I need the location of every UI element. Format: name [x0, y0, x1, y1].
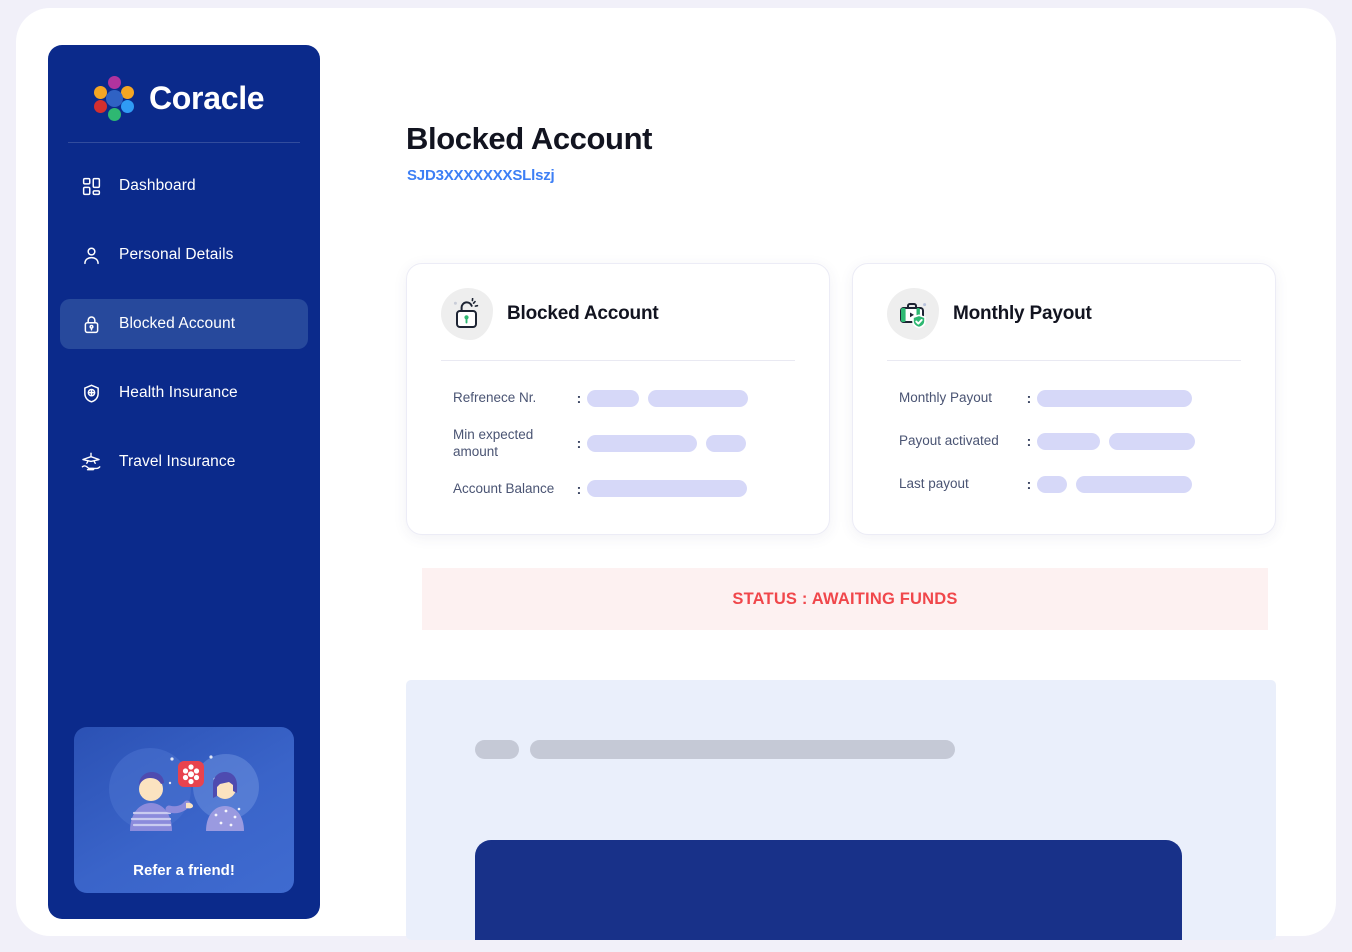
monthly-payout-fields: Monthly Payout : Payout activated : Last… [877, 383, 1251, 499]
field-label: Last payout [899, 476, 969, 492]
account-reference-code: SJD3XXXXXXXSLlszj [407, 167, 555, 184]
sidebar-item-dashboard[interactable]: Dashboard [60, 161, 308, 211]
field-row: Monthly Payout : [899, 383, 1251, 413]
field-value-skeleton [1037, 475, 1192, 493]
field-row: Last payout : [899, 469, 1251, 499]
field-value-skeleton [587, 434, 746, 452]
field-colon: : [576, 390, 582, 406]
main-content: Blocked Account SJD3XXXXXXXSLlszj Blocke… [352, 45, 1320, 940]
padlock-locked-icon [80, 313, 102, 335]
sidebar-item-label: Health Insurance [119, 384, 238, 401]
card-header: Monthly Payout [877, 288, 1251, 340]
field-colon: : [1026, 433, 1032, 449]
status-badge: STATUS : AWAITING FUNDS [732, 589, 958, 608]
field-label: Account Balance [453, 480, 555, 496]
coracle-flower-logo-icon [92, 76, 136, 121]
field-value-skeleton [1037, 432, 1195, 450]
card-title: Monthly Payout [953, 303, 1092, 324]
sidebar-item-personal-details[interactable]: Personal Details [60, 230, 308, 280]
sidebar-item-travel-insurance[interactable]: Travel Insurance [60, 437, 308, 487]
panel-skeleton-row [406, 680, 1276, 759]
field-row: Min expected amount : [453, 426, 805, 461]
info-cards-row: Blocked Account Refrenece Nr. : Min expe… [406, 263, 1276, 535]
field-row: Refrenece Nr. : [453, 383, 805, 413]
field-label: Min expected amount [453, 427, 534, 460]
monthly-payout-card: Monthly Payout Monthly Payout : Payout a… [852, 263, 1276, 535]
open-padlock-icon [441, 288, 493, 340]
panel-content-block [475, 840, 1182, 940]
user-person-icon [80, 244, 102, 266]
field-colon: : [576, 480, 582, 497]
sidebar-item-blocked-account[interactable]: Blocked Account [60, 299, 308, 349]
refer-a-friend-card[interactable]: Refer a friend! [74, 727, 294, 893]
sidebar-item-label: Personal Details [119, 246, 234, 263]
sidebar-divider [68, 142, 300, 143]
field-label: Refrenece Nr. [453, 390, 537, 406]
field-row: Account Balance : [453, 474, 805, 504]
sidebar-item-label: Blocked Account [119, 315, 236, 332]
sidebar-item-label: Dashboard [119, 177, 196, 194]
grid-dashboard-icon [80, 175, 102, 197]
card-header: Blocked Account [431, 288, 805, 340]
bottom-loading-panel [406, 680, 1276, 940]
field-label: Monthly Payout [899, 390, 993, 406]
card-title: Blocked Account [507, 303, 659, 324]
briefcase-shield-check-icon [887, 288, 939, 340]
app-window-frame: Coracle Dashboard Personal Details Block… [16, 8, 1336, 940]
field-value-skeleton [587, 389, 748, 407]
brand-name: Coracle [149, 79, 265, 116]
field-colon: : [1026, 476, 1032, 492]
field-row: Payout activated : [899, 426, 1251, 456]
card-divider [887, 360, 1241, 361]
two-people-gift-illustration-icon [74, 739, 294, 835]
field-colon: : [576, 435, 582, 452]
field-value-skeleton [1037, 389, 1192, 407]
airplane-hand-icon [80, 451, 102, 473]
sidebar-item-label: Travel Insurance [119, 453, 236, 470]
card-divider [441, 360, 795, 361]
sidebar-nav: Dashboard Personal Details Blocked Accou… [48, 161, 320, 487]
field-colon: : [1026, 390, 1032, 406]
refer-a-friend-label: Refer a friend! [133, 862, 235, 879]
sidebar: Coracle Dashboard Personal Details Block… [48, 45, 320, 919]
shield-plus-icon [80, 382, 102, 404]
status-banner: STATUS : AWAITING FUNDS [422, 568, 1268, 630]
field-label: Payout activated [899, 433, 999, 449]
blocked-account-fields: Refrenece Nr. : Min expected amount : Ac… [431, 383, 805, 504]
blocked-account-card: Blocked Account Refrenece Nr. : Min expe… [406, 263, 830, 535]
field-value-skeleton [587, 480, 747, 498]
page-title: Blocked Account [406, 121, 653, 156]
sidebar-item-health-insurance[interactable]: Health Insurance [60, 368, 308, 418]
brand-logo[interactable]: Coracle [48, 45, 320, 121]
